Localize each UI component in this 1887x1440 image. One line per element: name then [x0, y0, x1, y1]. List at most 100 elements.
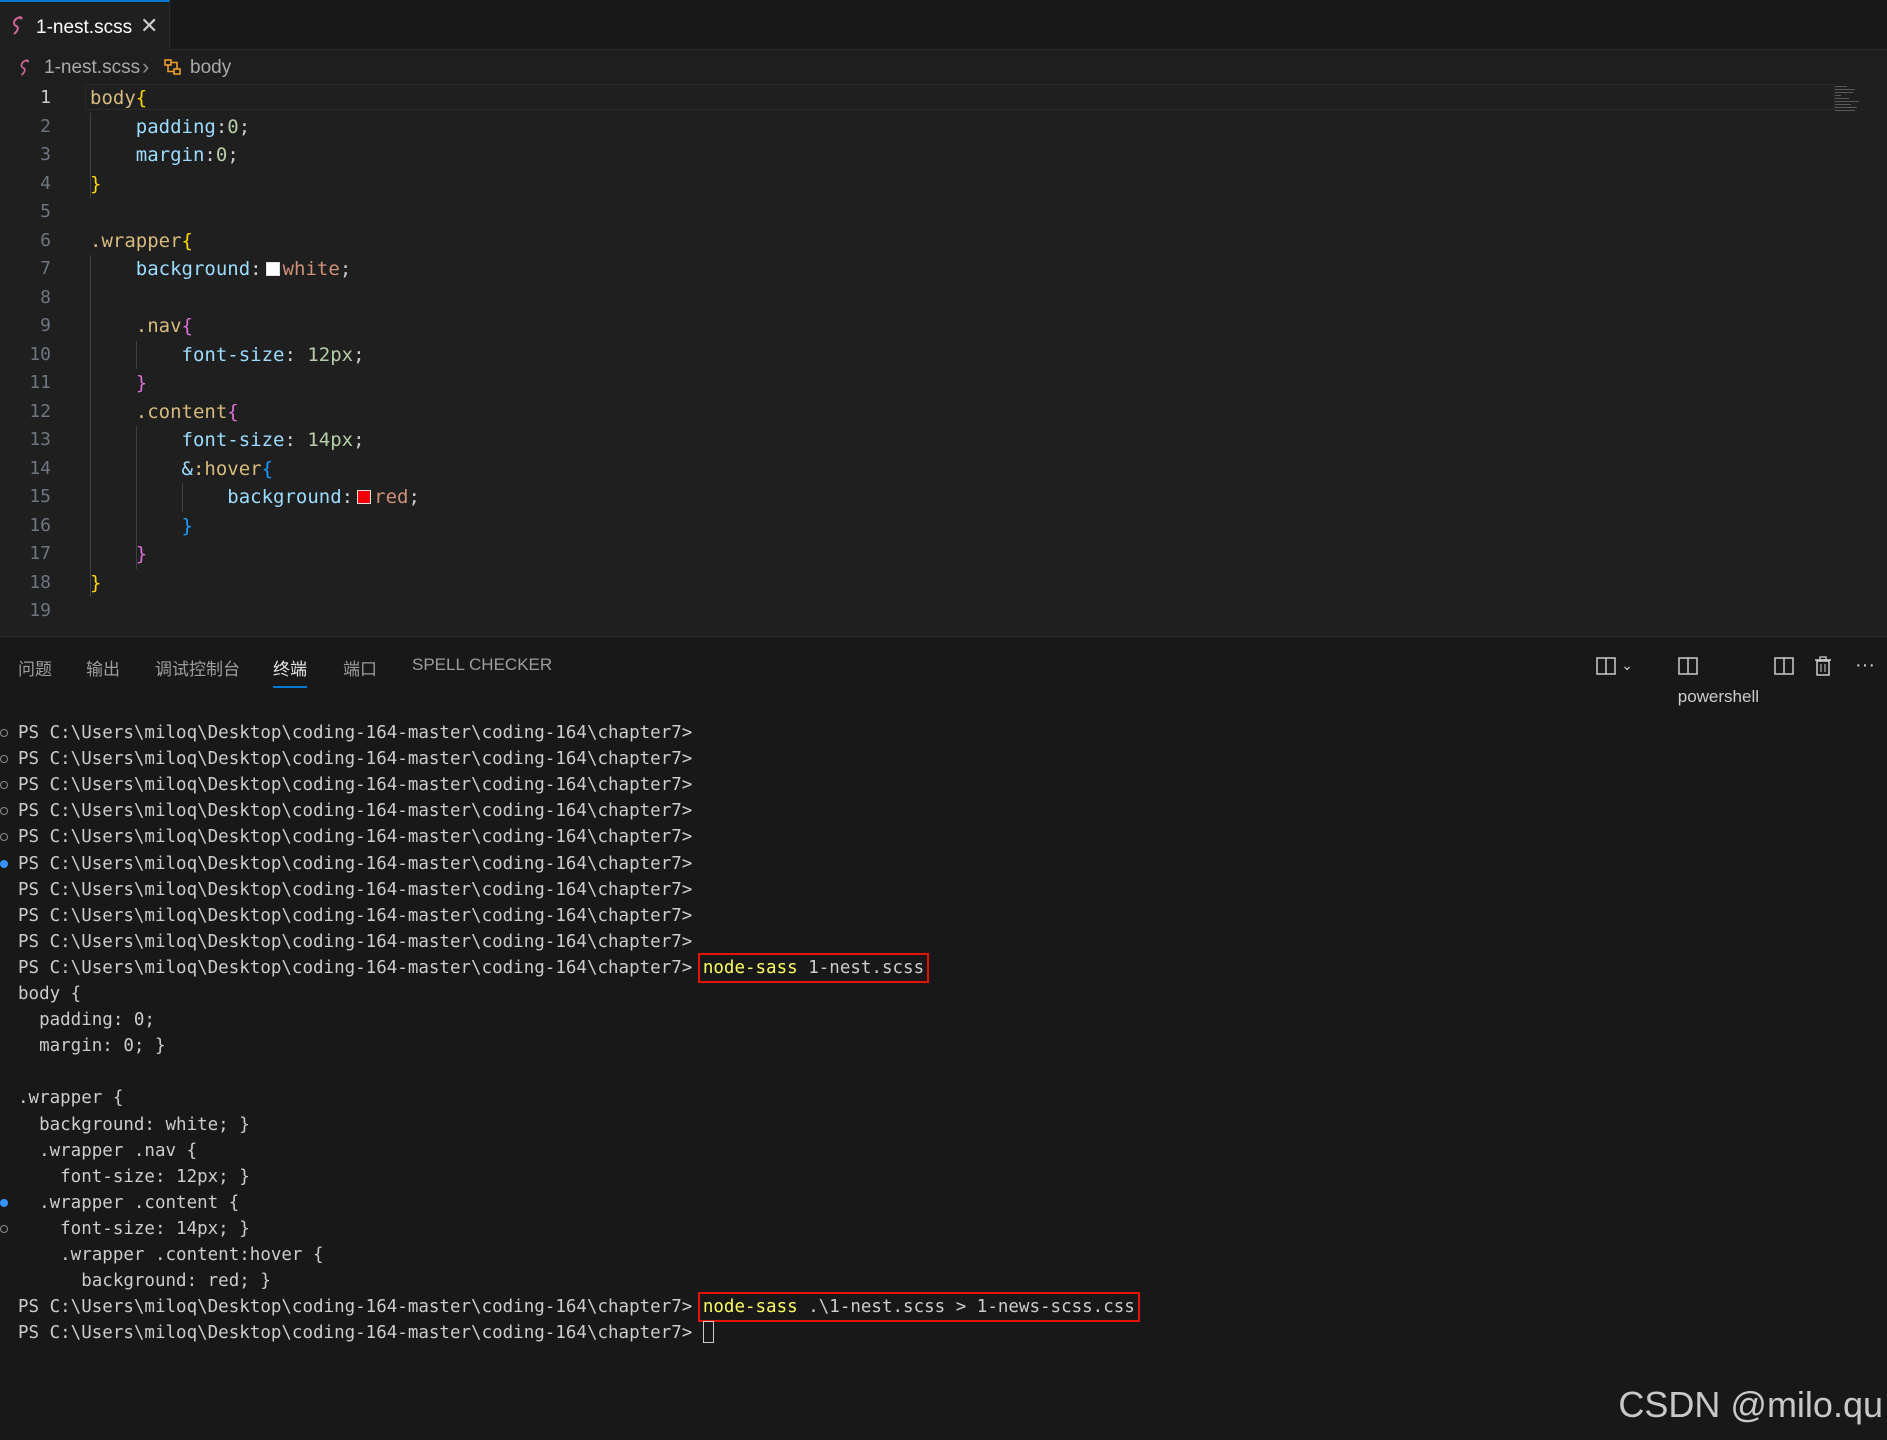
terminal-cursor — [702, 1321, 714, 1344]
breadcrumb-symbol[interactable]: body — [190, 57, 231, 79]
code-token: : — [341, 486, 354, 508]
code-token: : — [250, 258, 262, 280]
code-token: :hover — [192, 457, 262, 480]
editor-tab-bar: 1-nest.scss ✕ — [0, 0, 1887, 50]
code-text: body{ — [90, 84, 147, 113]
code-text: } — [90, 569, 101, 598]
terminal-line: .wrapper .nav { — [18, 1138, 197, 1164]
terminal-line: margin: 0; } — [18, 1033, 165, 1059]
code-line: 7 background: white; — [0, 255, 1887, 284]
color-swatch[interactable] — [357, 490, 372, 504]
line-number: 11 — [29, 372, 51, 393]
terminal-line: background: white; } — [18, 1112, 250, 1138]
bottom-panel: 问题 输出 调试控制台 终端 端口 SPELL CHECKER ⌄ powershell … — [0, 636, 1887, 1440]
panel-tab[interactable]: 输出 — [86, 655, 120, 680]
terminal-line: background: red; } — [18, 1268, 271, 1294]
code-token: { — [181, 229, 193, 252]
code-token: ; — [353, 429, 365, 451]
color-swatch[interactable] — [265, 262, 280, 276]
close-icon[interactable]: ✕ — [140, 15, 158, 37]
line-number: 19 — [29, 600, 51, 621]
command-decoration[interactable] — [0, 755, 8, 764]
breadcrumb-file[interactable]: 1-nest.scss — [44, 57, 140, 79]
code-text: .content{ — [90, 398, 239, 427]
code-token: { — [135, 87, 148, 109]
command-decoration[interactable] — [0, 833, 8, 842]
panel-tab[interactable]: 调试控制台 — [155, 655, 240, 680]
more-actions-icon[interactable]: ··· — [1855, 649, 1875, 681]
minimap[interactable] — [1835, 86, 1871, 126]
code-text: .wrapper{ — [90, 227, 193, 256]
terminal-text: background: white; } — [18, 1114, 250, 1135]
code-text: padding:0; — [90, 113, 250, 142]
code-text: font-size: 12px; — [90, 341, 365, 370]
terminal-prompt: PS C:\Users\miloq\Desktop\coding-164-mas… — [18, 905, 703, 926]
line-number: 18 — [29, 571, 51, 593]
line-number: 14 — [29, 457, 51, 479]
command-decoration[interactable] — [0, 807, 8, 816]
panel-tab[interactable]: 终端 — [273, 655, 307, 688]
line-number: 10 — [29, 343, 51, 365]
panel-tab[interactable]: 端口 — [343, 655, 377, 680]
line-number: 1 — [40, 87, 51, 108]
highlighted-command: node-sass 1-nest.scss — [697, 952, 930, 983]
code-token: body — [90, 87, 136, 109]
code-line: 4} — [0, 170, 1887, 199]
line-number: 5 — [40, 201, 51, 222]
split-layout-icon[interactable] — [1596, 649, 1618, 681]
terminal-line: PS C:\Users\miloq\Desktop\coding-164-mas… — [18, 903, 703, 929]
line-number: 2 — [40, 115, 51, 137]
line-number: 17 — [29, 543, 51, 564]
code-token: ; — [353, 343, 365, 366]
terminal-line: PS C:\Users\miloq\Desktop\coding-164-mas… — [18, 952, 930, 983]
terminal-line: PS C:\Users\miloq\Desktop\coding-164-mas… — [18, 929, 703, 955]
code-editor[interactable]: 1 body{2 padding:0; 3 margin:0; 4} 5 6 .wrappe… — [0, 84, 1887, 636]
split-terminal-icon[interactable] — [1774, 649, 1796, 681]
panel-tab[interactable]: 问题 — [18, 655, 52, 680]
sass-file-icon — [10, 15, 26, 42]
code-token: white — [282, 258, 340, 280]
panel-tab[interactable]: SPELL CHECKER — [412, 655, 552, 675]
code-line: 19 — [0, 597, 1887, 626]
code-token: } — [181, 514, 193, 537]
terminal-line: PS C:\Users\miloq\Desktop\coding-164-mas… — [18, 1320, 714, 1346]
code-line: 3 margin:0; — [0, 141, 1887, 170]
command-name: node-sass — [702, 1297, 798, 1318]
code-text: } — [90, 369, 147, 398]
chevron-right-icon: › — [142, 54, 150, 79]
command-decoration-running[interactable] — [0, 1198, 8, 1207]
code-line: 5 — [0, 198, 1887, 227]
terminal-prompt: PS C:\Users\miloq\Desktop\coding-164-mas… — [18, 801, 703, 822]
code-token: } — [135, 372, 148, 394]
code-text: background: red; — [90, 483, 420, 512]
command-decoration-running[interactable] — [0, 859, 8, 868]
code-text: } — [90, 170, 101, 199]
terminal-shell-selector[interactable]: powershell — [1678, 649, 1759, 706]
command-decoration[interactable] — [0, 1224, 8, 1233]
command-decoration[interactable] — [0, 781, 8, 790]
code-text: background: white; — [90, 255, 352, 284]
code-line: 17 } — [0, 540, 1887, 569]
line-number: 6 — [40, 229, 51, 251]
command-args: .\1-nest.scss > 1-news-scss.css — [797, 1297, 1135, 1318]
trash-icon[interactable] — [1814, 649, 1832, 681]
code-token: ; — [238, 115, 251, 138]
command-decoration[interactable] — [0, 729, 8, 737]
code-token: } — [135, 543, 148, 565]
code-token: { — [261, 457, 274, 480]
code-token: font-size — [181, 429, 285, 451]
code-token: ; — [339, 258, 352, 280]
code-line: 2 padding:0; — [0, 113, 1887, 142]
code-token: red — [374, 486, 409, 508]
code-token: { — [181, 315, 193, 337]
tab-1-nest-scss[interactable]: 1-nest.scss ✕ — [0, 0, 170, 50]
chevron-down-icon[interactable]: ⌄ — [1621, 649, 1633, 681]
terminal-text: background: red; } — [18, 1271, 271, 1292]
code-token: background — [135, 258, 251, 280]
